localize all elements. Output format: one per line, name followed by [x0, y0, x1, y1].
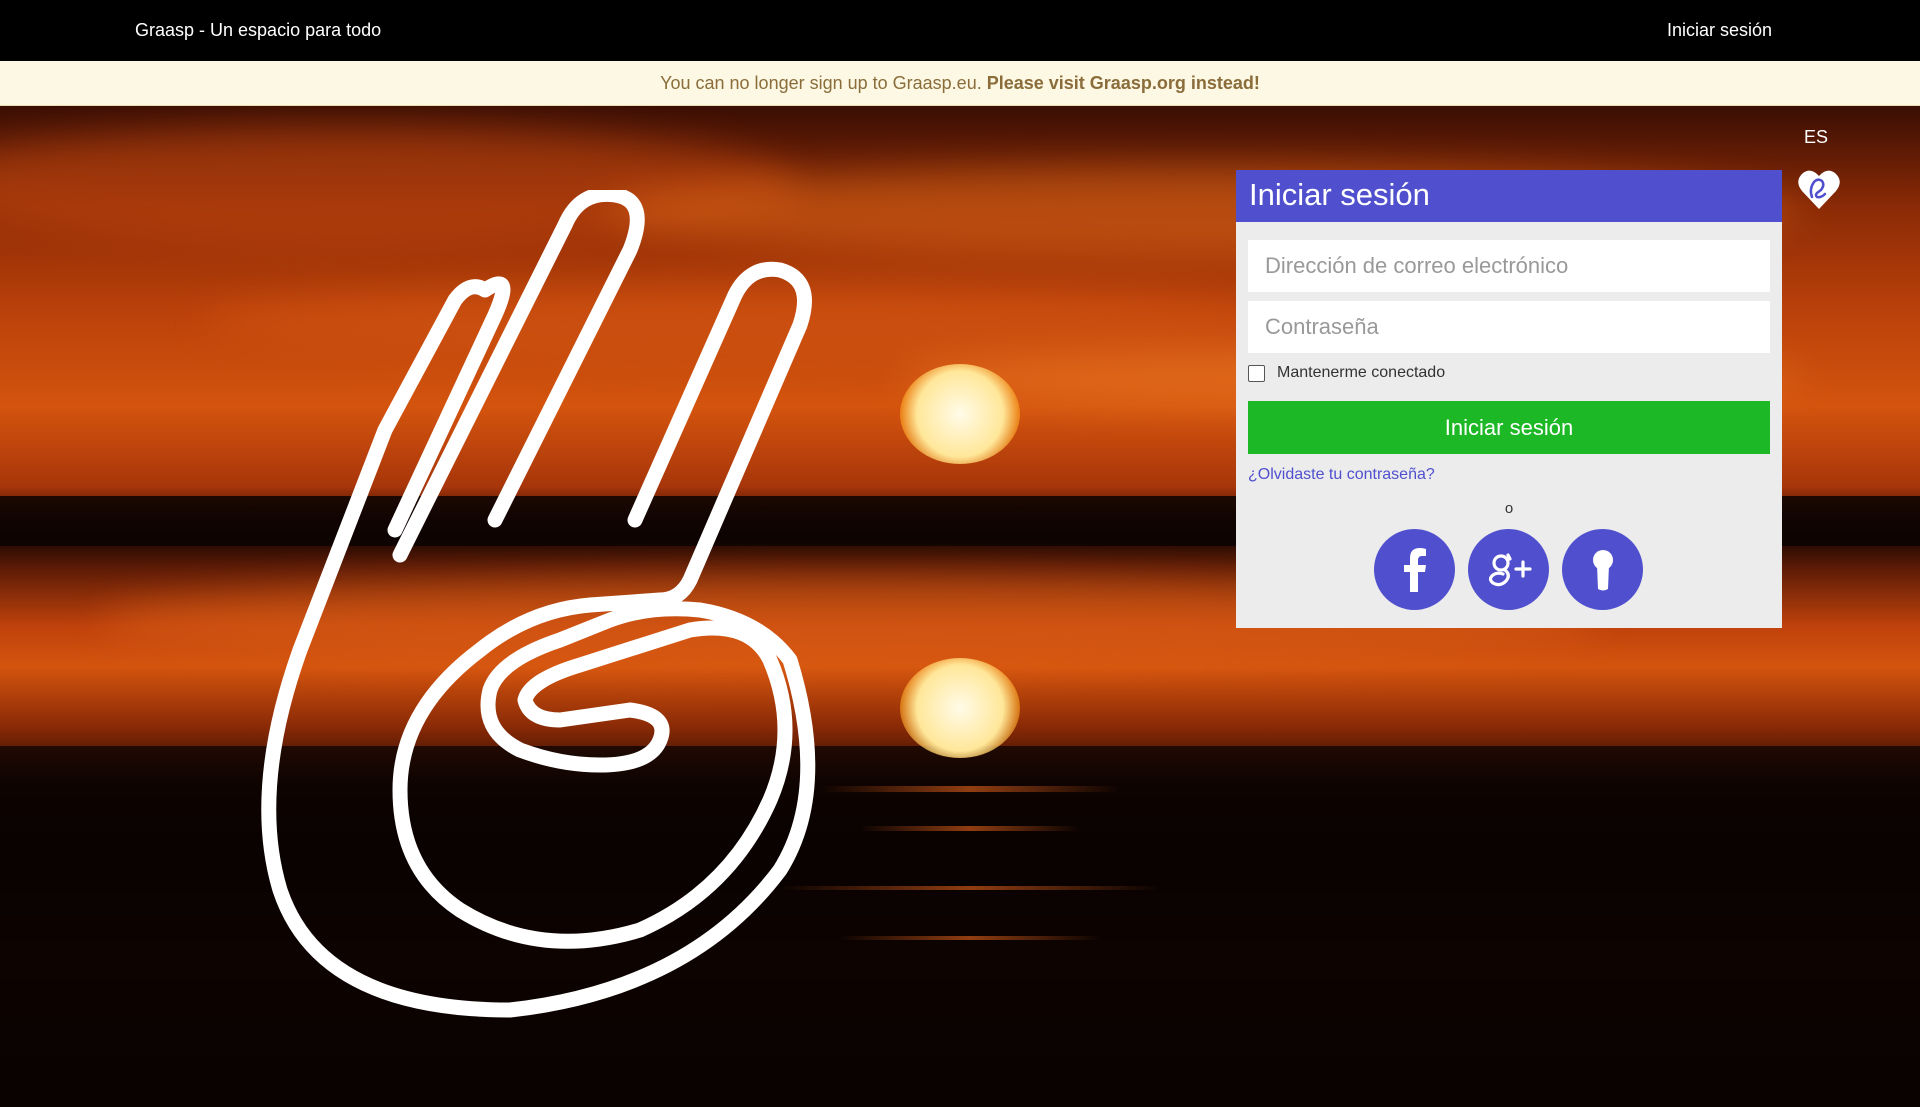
language-selector[interactable]: ES: [1804, 127, 1828, 148]
signup-notice-banner: You can no longer sign up to Graasp.eu. …: [0, 61, 1920, 106]
login-title: Iniciar sesión: [1236, 170, 1782, 222]
remember-me-label: Mantenerme conectado: [1277, 364, 1446, 381]
notice-text: You can no longer sign up to Graasp.eu.: [660, 73, 982, 93]
notice-emphasis: Please visit Graasp.org instead!: [986, 73, 1260, 93]
keyhole-icon: [1592, 549, 1613, 590]
facebook-login-button[interactable]: [1374, 529, 1455, 610]
facebook-icon: [1403, 547, 1426, 592]
login-submit-button[interactable]: Iniciar sesión: [1248, 401, 1770, 454]
nav-login-link[interactable]: Iniciar sesión: [1667, 20, 1772, 41]
email-field[interactable]: [1248, 240, 1770, 292]
login-panel: Iniciar sesión Mantenerme conectado Inic…: [1236, 170, 1782, 628]
remember-me-checkbox[interactable]: [1248, 364, 1265, 382]
google-plus-icon: [1488, 552, 1532, 586]
key-login-button[interactable]: [1562, 529, 1643, 610]
password-field[interactable]: [1248, 301, 1770, 353]
or-separator: o: [1504, 500, 1514, 517]
google-plus-login-button[interactable]: [1468, 529, 1549, 610]
graasp-hand-logo: [261, 190, 816, 1018]
remember-me-option[interactable]: Mantenerme conectado: [1248, 364, 1445, 382]
forgot-password-link[interactable]: ¿Olvidaste tu contraseña?: [1248, 466, 1435, 484]
graasp-heart-icon[interactable]: [1797, 167, 1841, 211]
top-navbar: Graasp - Un espacio para todo Iniciar se…: [0, 0, 1920, 61]
brand-title[interactable]: Graasp - Un espacio para todo: [135, 20, 381, 41]
